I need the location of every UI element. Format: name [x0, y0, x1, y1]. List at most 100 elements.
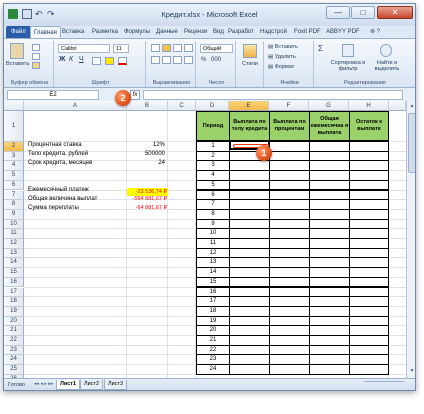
- formula-input[interactable]: [143, 90, 403, 100]
- align-right-icon[interactable]: [173, 56, 182, 64]
- merge-icon[interactable]: [184, 56, 193, 64]
- row-header[interactable]: 2: [4, 142, 24, 152]
- spreadsheet-grid[interactable]: A B C D E F G H 1 2 3 4 5 6 7 8 9 10 11 12 13 14 15 16 1…: [4, 101, 406, 378]
- paste-icon[interactable]: [10, 43, 24, 59]
- wrap-text-icon[interactable]: [184, 44, 193, 52]
- align-middle-icon[interactable]: [162, 44, 171, 52]
- row-header[interactable]: 22: [4, 336, 24, 346]
- tab-insert[interactable]: Вставка: [62, 26, 84, 38]
- header-interest-payment[interactable]: Выплата по процентам: [269, 111, 310, 141]
- row-header[interactable]: 18: [4, 297, 24, 307]
- scroll-thumb[interactable]: [408, 113, 415, 173]
- sheet-tab-2[interactable]: Лист2: [80, 380, 104, 390]
- find-select-icon[interactable]: [380, 44, 392, 57]
- sheet-tab-3[interactable]: Лист3: [104, 380, 128, 390]
- row-header[interactable]: 25: [4, 365, 24, 375]
- tab-foxit[interactable]: Foxit PDF: [294, 26, 321, 38]
- row-header[interactable]: 12: [4, 239, 24, 249]
- minimize-button[interactable]: —: [326, 6, 350, 19]
- tab-layout[interactable]: Разметка: [92, 26, 118, 38]
- help-icon[interactable]: ⊗ ?: [370, 26, 380, 38]
- row-header[interactable]: 8: [4, 200, 24, 210]
- tab-review[interactable]: Рецензи: [184, 26, 207, 38]
- payment-value[interactable]: -23 536,74 ₽: [127, 188, 168, 196]
- row-header[interactable]: 14: [4, 258, 24, 269]
- overpay-value[interactable]: -64 881,67 ₽: [127, 205, 168, 211]
- sort-filter-button[interactable]: Сортировка и фильтр: [330, 60, 366, 72]
- row-header[interactable]: 5: [4, 171, 24, 181]
- scroll-up-icon[interactable]: ▲: [408, 103, 415, 111]
- column-header-a[interactable]: A: [24, 101, 127, 111]
- tab-file[interactable]: Файл: [6, 26, 31, 38]
- column-header-g[interactable]: G: [309, 101, 349, 111]
- zoom-slider[interactable]: [364, 381, 404, 389]
- align-center-icon[interactable]: [162, 56, 171, 64]
- row-header[interactable]: 15: [4, 268, 24, 278]
- tab-home[interactable]: Главная: [30, 26, 61, 38]
- period-cell[interactable]: 24: [196, 364, 230, 375]
- tab-developer[interactable]: Разработ: [228, 26, 254, 38]
- styles-button[interactable]: Стили: [242, 61, 258, 67]
- align-bottom-icon[interactable]: [173, 44, 182, 52]
- row-header[interactable]: 9: [4, 209, 24, 220]
- format-cells-button[interactable]: ▤ Формат: [268, 64, 294, 70]
- header-balance[interactable]: Остаток к выплате: [349, 111, 389, 141]
- tab-addins[interactable]: Надстрой: [260, 26, 287, 38]
- term-value[interactable]: 24: [127, 160, 167, 166]
- row-header[interactable]: 7: [4, 190, 24, 201]
- font-name-select[interactable]: Calibri: [58, 44, 110, 53]
- paste-button[interactable]: Вставить: [6, 61, 29, 67]
- row-header[interactable]: 4: [4, 161, 24, 172]
- column-header-e[interactable]: E: [229, 101, 269, 111]
- insert-function-button[interactable]: fx: [130, 90, 140, 100]
- principal-value[interactable]: 500000: [127, 151, 167, 157]
- sheet-tab-1[interactable]: Лист1: [56, 380, 81, 390]
- find-select-button[interactable]: Найти и выделить: [370, 60, 404, 72]
- row-header[interactable]: 1: [4, 111, 24, 142]
- header-principal-payment[interactable]: Выплата по телу кредита: [229, 111, 270, 141]
- cut-icon[interactable]: [32, 44, 40, 51]
- payment-cell[interactable]: [229, 364, 270, 375]
- bold-icon[interactable]: Ж: [59, 56, 65, 63]
- payment-cell[interactable]: [269, 364, 310, 375]
- sheet-nav-icon[interactable]: ◂◂ ◂ ▸ ▸▸: [34, 381, 53, 387]
- rate-value[interactable]: 12%: [127, 142, 167, 148]
- column-header-d[interactable]: D: [196, 101, 229, 111]
- sort-filter-icon[interactable]: [342, 44, 354, 57]
- insert-cells-button[interactable]: ▤ Вставить: [268, 44, 298, 50]
- format-painter-icon[interactable]: [32, 62, 40, 69]
- column-header-f[interactable]: F: [269, 101, 309, 111]
- row-header[interactable]: 20: [4, 316, 24, 327]
- align-top-icon[interactable]: [151, 44, 160, 52]
- row-header[interactable]: 23: [4, 345, 24, 356]
- row-header[interactable]: 19: [4, 306, 24, 317]
- scroll-down-icon[interactable]: ▼: [408, 368, 415, 376]
- row-header[interactable]: 11: [4, 229, 24, 239]
- total-value[interactable]: -564 881,67 ₽: [127, 196, 168, 202]
- tab-data[interactable]: Данные: [156, 26, 178, 38]
- name-box[interactable]: E2: [7, 90, 99, 100]
- payment-cell[interactable]: [309, 364, 350, 375]
- row-header[interactable]: 21: [4, 326, 24, 336]
- number-format-select[interactable]: Общий: [200, 44, 233, 53]
- header-total-payment[interactable]: Общая ежемесячна я выплата: [309, 111, 350, 141]
- maximize-button[interactable]: □: [351, 6, 375, 19]
- column-header-c[interactable]: C: [168, 101, 196, 111]
- row-header[interactable]: 13: [4, 248, 24, 259]
- row-header[interactable]: 16: [4, 277, 24, 288]
- row-header[interactable]: 3: [4, 151, 24, 162]
- fill-color-icon[interactable]: [105, 57, 114, 65]
- column-header-b[interactable]: B: [127, 101, 168, 111]
- row-header[interactable]: 10: [4, 219, 24, 230]
- column-header-h[interactable]: H: [349, 101, 389, 111]
- payment-cell[interactable]: [349, 364, 389, 375]
- row-header[interactable]: 17: [4, 287, 24, 298]
- close-button[interactable]: ✕: [377, 6, 413, 19]
- delete-cells-button[interactable]: ▤ Удалить: [268, 54, 296, 60]
- italic-icon[interactable]: К: [69, 56, 73, 63]
- tab-formulas[interactable]: Формулы: [124, 26, 150, 38]
- row-header[interactable]: 24: [4, 355, 24, 366]
- tab-abbyy[interactable]: ABBYY PDF: [326, 26, 360, 38]
- tab-view[interactable]: Вид: [213, 26, 224, 38]
- select-all-corner[interactable]: [4, 101, 24, 111]
